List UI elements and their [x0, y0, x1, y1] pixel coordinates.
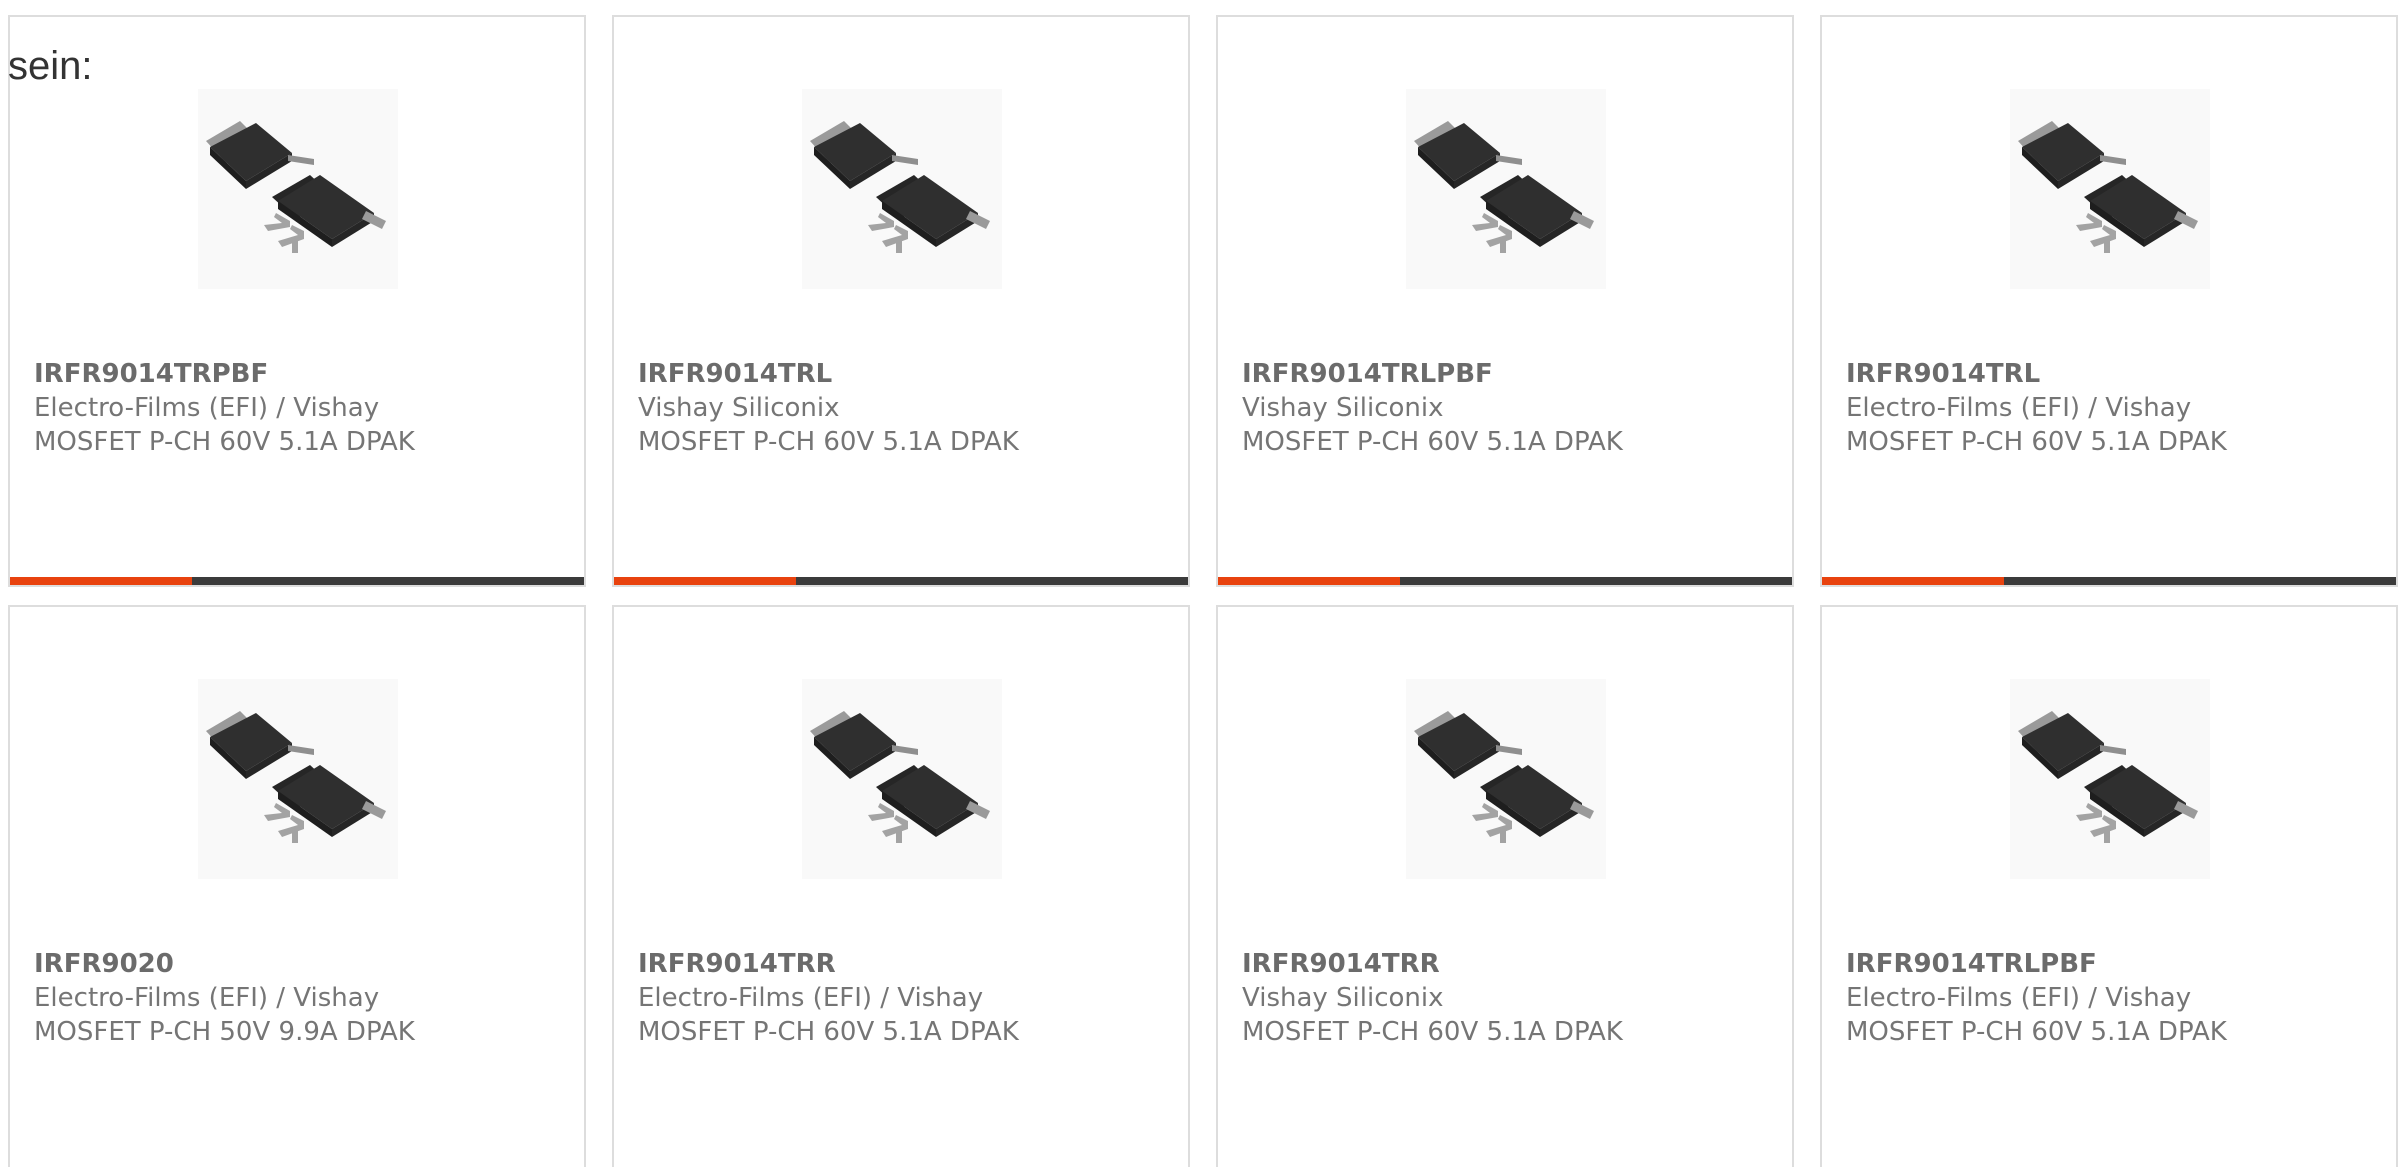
product-info: IRFR9020 Electro-Films (EFI) / Vishay MO… [34, 947, 564, 1049]
dpak-transistor-icon [802, 679, 1002, 879]
card-bar [1218, 577, 1792, 585]
manufacturer: Electro-Films (EFI) / Vishay [1846, 983, 2192, 1013]
product-card[interactable]: IRFR9014TRL Vishay Siliconix MOSFET P-CH… [612, 15, 1190, 587]
product-info: IRFR9014TRL Vishay Siliconix MOSFET P-CH… [638, 357, 1168, 459]
product-card[interactable]: IRFR9014TRL Electro-Films (EFI) / Vishay… [1820, 15, 2398, 587]
product-card[interactable]: IRFR9014TRR Vishay Siliconix MOSFET P-CH… [1216, 605, 1794, 1167]
part-number[interactable]: IRFR9014TRPBF [34, 357, 564, 391]
description: MOSFET P-CH 60V 5.1A DPAK [34, 427, 415, 457]
description: MOSFET P-CH 60V 5.1A DPAK [1846, 1017, 2227, 1047]
manufacturer: Vishay Siliconix [638, 393, 840, 423]
card-bar [1822, 577, 2396, 585]
manufacturer: Vishay Siliconix [1242, 393, 1444, 423]
part-number[interactable]: IRFR9014TRLPBF [1242, 357, 1772, 391]
manufacturer: Electro-Films (EFI) / Vishay [34, 393, 380, 423]
description: MOSFET P-CH 60V 5.1A DPAK [1242, 1017, 1623, 1047]
card-bar-accent [1218, 577, 1400, 585]
intro-text: sein: [8, 44, 93, 88]
card-bar [614, 577, 1188, 585]
description: MOSFET P-CH 60V 5.1A DPAK [1242, 427, 1623, 457]
dpak-transistor-icon [2010, 89, 2210, 289]
page: sein: IRFR9014TRPBF Electro-Films (EFI) … [0, 0, 2400, 1167]
product-card[interactable]: IRFR9014TRLPBF Vishay Siliconix MOSFET P… [1216, 15, 1794, 587]
product-grid: IRFR9014TRPBF Electro-Films (EFI) / Vish… [8, 15, 2398, 1167]
dpak-transistor-icon [802, 89, 1002, 289]
description: MOSFET P-CH 60V 5.1A DPAK [638, 427, 1019, 457]
description: MOSFET P-CH 60V 5.1A DPAK [1846, 427, 2227, 457]
card-bar-accent [10, 577, 192, 585]
manufacturer: Electro-Films (EFI) / Vishay [34, 983, 380, 1013]
product-card[interactable]: IRFR9014TRR Electro-Films (EFI) / Vishay… [612, 605, 1190, 1167]
dpak-transistor-icon [2010, 679, 2210, 879]
card-bar-accent [614, 577, 796, 585]
product-info: IRFR9014TRR Electro-Films (EFI) / Vishay… [638, 947, 1168, 1049]
description: MOSFET P-CH 50V 9.9A DPAK [34, 1017, 415, 1047]
description: MOSFET P-CH 60V 5.1A DPAK [638, 1017, 1019, 1047]
dpak-transistor-icon [198, 679, 398, 879]
card-bar [10, 577, 584, 585]
part-number[interactable]: IRFR9014TRR [1242, 947, 1772, 981]
manufacturer: Electro-Films (EFI) / Vishay [638, 983, 984, 1013]
card-bar-accent [1822, 577, 2004, 585]
part-number[interactable]: IRFR9014TRR [638, 947, 1168, 981]
product-info: IRFR9014TRPBF Electro-Films (EFI) / Vish… [34, 357, 564, 459]
part-number[interactable]: IRFR9014TRLPBF [1846, 947, 2376, 981]
part-number[interactable]: IRFR9014TRL [1846, 357, 2376, 391]
product-card[interactable]: IRFR9014TRLPBF Electro-Films (EFI) / Vis… [1820, 605, 2398, 1167]
product-card[interactable]: IRFR9014TRPBF Electro-Films (EFI) / Vish… [8, 15, 586, 587]
dpak-transistor-icon [1406, 89, 1606, 289]
dpak-transistor-icon [198, 89, 398, 289]
manufacturer: Electro-Films (EFI) / Vishay [1846, 393, 2192, 423]
product-info: IRFR9014TRLPBF Electro-Films (EFI) / Vis… [1846, 947, 2376, 1049]
part-number[interactable]: IRFR9020 [34, 947, 564, 981]
product-info: IRFR9014TRL Electro-Films (EFI) / Vishay… [1846, 357, 2376, 459]
part-number[interactable]: IRFR9014TRL [638, 357, 1168, 391]
product-info: IRFR9014TRR Vishay Siliconix MOSFET P-CH… [1242, 947, 1772, 1049]
product-info: IRFR9014TRLPBF Vishay Siliconix MOSFET P… [1242, 357, 1772, 459]
manufacturer: Vishay Siliconix [1242, 983, 1444, 1013]
product-card[interactable]: IRFR9020 Electro-Films (EFI) / Vishay MO… [8, 605, 586, 1167]
dpak-transistor-icon [1406, 679, 1606, 879]
